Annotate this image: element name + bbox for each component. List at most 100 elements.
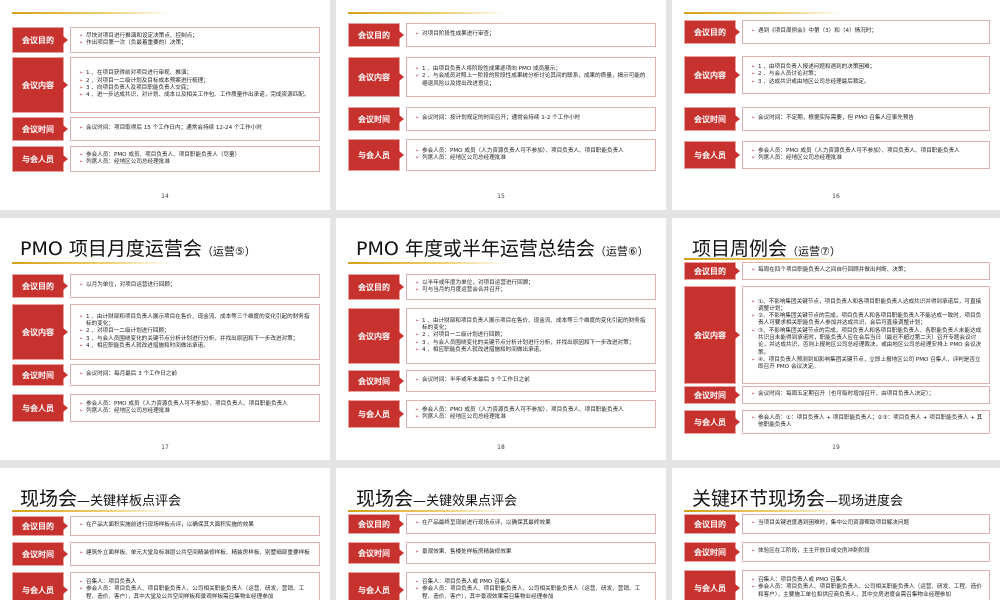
title-main: PMO 项目月度运营会 xyxy=(20,238,202,260)
slide-19[interactable]: 项目周例会（运营⑦） 会议目的 每周在四个项目职能负责人之间自行回顾并做出判断、… xyxy=(672,218,1000,460)
bullet-item: 对项目阶段性成果进行审查； xyxy=(415,31,649,38)
purpose-row: 会议目的 尽快对项目进行推演和设定决策点、控制点；作出项目第一次（负最着重要的）… xyxy=(12,27,320,53)
bullet-item: 3 、与会人员围绕变化的关键节点分析计划进行分析，并找出原因和下一步改进对策； xyxy=(79,336,313,343)
bullet-list: 在产品最终呈现前进行现场点评，以确保其最终效果 xyxy=(415,520,649,527)
purpose-label: 会议目的 xyxy=(684,514,740,534)
bullet-list: 体验区在工阶段，主主开放日或交房冲刺阶段 xyxy=(751,548,983,555)
title-underline xyxy=(12,510,172,512)
title-underline xyxy=(12,262,172,264)
bullet-item: 2 、对项目一二级计划进行回顾； xyxy=(415,332,649,339)
bullet-list: ①、不影响集团关键节点，项目负责人和各项目职能负责人达成共识并得到承诺后，可直接… xyxy=(751,299,983,372)
bullet-item: 4 、进一步达成共识，对计划、成本以及相关工作包、工作质量作出承诺，完成资源匹配… xyxy=(79,92,313,99)
purpose-box: 以半年或年度为单位，对项目运营进行回顾；可与当月的月度运营会合并召开； xyxy=(406,274,656,300)
bullet-item: 列席人员：经地区公司总经理批准 xyxy=(751,155,983,162)
title-sub: （运营⑥） xyxy=(594,245,649,258)
bullet-item: 会议时间：半年或年末最后 3 个工作日之前 xyxy=(415,377,649,384)
bullet-item: 1 、由计财部和项目负责人展示项目在售价、现金流、成本等三个维度的变化引起的财务… xyxy=(415,318,649,333)
content-label: 会议内容 xyxy=(12,304,68,360)
bullet-list: 尽快对项目进行推演和设定决策点、控制点；作出项目第一次（负最着重要的）决策； xyxy=(79,33,313,48)
title-main: 现场会 xyxy=(20,488,78,510)
bullet-list: 以月为单位，对项目运营进行回顾； xyxy=(79,282,313,289)
bullet-item: 参会人员：项目负责人、项目职能负责人、公司相关职能负责人（运营、研发、营销、工程… xyxy=(79,586,313,600)
attendees-box: 召集人：项目负责人或 PMO 召集人参会人员：项目负责人、项目职能负责人、公司相… xyxy=(406,572,656,600)
title-underline xyxy=(684,258,844,260)
attendees-box: 召集人：项目负责人或 PMO 召集人参会人员：项目负责人、项目职能负责人、公司相… xyxy=(742,570,990,600)
bullet-item: 参会人员：PMO 成员（人力资源负责人可不参加）、项目负责人、项目职能负责人 xyxy=(79,401,313,408)
slide-18[interactable]: PMO 年度或半年运营总结会（运营⑥） 会议目的 以半年或年度为单位，对项目运营… xyxy=(336,218,666,460)
purpose-row: 会议目的 遇到《项目周例会》中第（3）和（4）情况时； xyxy=(684,20,990,44)
title-main: 关键环节现场会 xyxy=(692,488,826,510)
attendees-label: 与会人员 xyxy=(684,410,740,434)
time-box: 景观效果、售楼处样板房精装修效果 xyxy=(406,542,656,564)
purpose-row: 会议目的 对项目阶段性成果进行审查； xyxy=(348,23,656,47)
attendees-label: 与会人员 xyxy=(684,141,740,169)
slide-17[interactable]: PMO 项目月度运营会（运营⑤） 会议目的 以月为单位，对项目运营进行回顾； 会… xyxy=(0,218,330,460)
bullet-item: 3 、达成共识或由地区公司总经理最后裁定。 xyxy=(751,79,983,86)
bullet-item: 2 、对项目一二级计划进行回顾； xyxy=(79,328,313,335)
content-box: 1 、由项目负责人报述问题和遇到的决策困难；2 、与会人员讨论对策；3 、达成共… xyxy=(742,56,990,94)
bullet-item: 列席人员：经地区公司总经理批准 xyxy=(79,159,313,166)
slide-16[interactable]: 会议目的 遇到《项目周例会》中第（3）和（4）情况时； 会议内容 1 、由项目负… xyxy=(672,0,1000,210)
bullet-list: 参会人员：PMO 成员、项目负责人、项目职能负责人（尽量）列席人员：经地区公司总… xyxy=(79,152,313,167)
slide-21[interactable]: 现场会—关键效果点评会 会议目的 在产品最终呈现前进行现场点评，以确保其最终效果… xyxy=(336,468,666,600)
bullet-list: 会议时间：每周五定期召开（也可临时增加召开，由项目负责人决定）； xyxy=(751,391,983,398)
purpose-box: 当项目关键进度遇到困难时，集中公司资源帮助项目解决问题 xyxy=(742,514,990,534)
bullet-item: 列席人员：经地区公司总经理批准 xyxy=(415,414,649,421)
time-label: 会议时间 xyxy=(348,107,404,131)
time-row: 会议时间 会议时间：不定期，根据实际需要，但 PMO 召集人应事先预告 xyxy=(684,107,990,131)
bullet-list: 召集人：项目负责人或 PMO 召集人参会人员：项目负责人、项目职能负责人、公司相… xyxy=(415,579,649,600)
bullet-list: 1 、由项目负责人报述问题和遇到的决策困难；2 、与会人员讨论对策；3 、达成共… xyxy=(751,64,983,86)
time-label: 会议时间 xyxy=(348,370,404,392)
attendees-label: 与会人员 xyxy=(348,572,404,600)
bullet-list: 1 、在项目获得前对项目进行审视、推演；2 、对项目一二级计划及目标成本预案进行… xyxy=(79,70,313,99)
bullet-list: 对项目阶段性成果进行审查； xyxy=(415,31,649,38)
attendees-row: 与会人员 召集人：项目负责人或 PMO 召集人参会人员：项目负责人、项目职能负责… xyxy=(348,572,656,600)
bullet-list: 参会人员：①：项目负责人 + 项目职能负责人；②③：项目负责人 + 项目职能负责… xyxy=(751,415,983,430)
bullet-item: 景观效果、售楼处样板房精装修效果 xyxy=(415,549,649,556)
bullet-item: 参会人员：项目负责人、项目职能负责人、公司相关职能负责人（运营、研发、营销、工程… xyxy=(415,586,649,600)
purpose-row: 会议目的 在产品大面积实施前进行现场样板点评，以确保其大面积实施的效果 xyxy=(12,516,320,536)
slide-14[interactable]: 会议目的 尽快对项目进行推演和设定决策点、控制点；作出项目第一次（负最着重要的）… xyxy=(0,0,330,210)
page-number: 15 xyxy=(497,193,505,200)
slide-15[interactable]: 会议目的 对项目阶段性成果进行审查； 会议内容 1 、由项目负责人将阶段性成果逐… xyxy=(336,0,666,210)
title-sub: —现场进度会 xyxy=(825,494,904,509)
slide-22[interactable]: 关键环节现场会—现场进度会 会议目的 当项目关键进度遇到困难时，集中公司资源帮助… xyxy=(672,468,1000,600)
time-box: 会议时间：每月最后 3 个工作日之前 xyxy=(70,364,320,386)
bullet-list: 当项目关键进度遇到困难时，集中公司资源帮助项目解决问题 xyxy=(751,520,983,527)
time-label: 会议时间 xyxy=(12,117,68,141)
attendees-row: 与会人员 召集人：项目负责人参会人员：项目负责人、项目职能负责人、公司相关职能负… xyxy=(12,572,320,600)
bullet-item: 会议时间：项目取得后 15 个工作日内；通常会持续 12-24 个工作小时 xyxy=(79,125,313,132)
bullet-item: 3 、与会人员围绕变化的关键节点分析计划进行分析，并找出原因和下一步改进对策； xyxy=(415,340,649,347)
slide-20[interactable]: 现场会—关键样板点评会 会议目的 在产品大面积实施前进行现场样板点评，以确保其大… xyxy=(0,468,330,600)
page-number: 16 xyxy=(832,193,840,200)
slide-title: PMO 年度或半年运营总结会（运营⑥） xyxy=(356,234,649,261)
attendees-box: 参会人员：PMO 成员（人力资源负责人可不参加）、项目负责人、项目职能负责人列席… xyxy=(70,394,320,422)
content-box: 1 、在项目获得前对项目进行审视、推演；2 、对项目一二级计划及目标成本预案进行… xyxy=(70,57,320,113)
content-label: 会议内容 xyxy=(684,286,740,384)
time-row: 会议时间 会议时间：项目取得后 15 个工作日内；通常会持续 12-24 个工作… xyxy=(12,117,320,141)
bullet-item: 列席人员：经地区公司总经理批准 xyxy=(415,155,649,162)
attendees-row: 与会人员 参会人员：①：项目负责人 + 项目职能负责人；②③：项目负责人 + 项… xyxy=(684,410,990,434)
time-box: 会议时间：每周五定期召开（也可临时增加召开，由项目负责人决定）； xyxy=(742,386,990,404)
attendees-box: 召集人：项目负责人参会人员：项目负责人、项目职能负责人、公司相关职能负责人（运营… xyxy=(70,572,320,600)
time-box: 体验区在工阶段，主主开放日或交房冲刺阶段 xyxy=(742,542,990,562)
bullet-item: 每周在四个项目职能负责人之间自行回顾并做出判断、决策； xyxy=(751,267,983,274)
slide-title: 现场会—关键样板点评会 xyxy=(20,484,181,511)
bullet-list: 参会人员：PMO 成员（人力资源负责人可不参加）、项目负责人、项目职能负责人列席… xyxy=(79,401,313,416)
attendees-row: 与会人员 参会人员：PMO 成员（人力资源负责人可不参加）、项目负责人、项目职能… xyxy=(348,400,656,428)
bullet-item: 4 、相应职能负责人就改进措施和时间做出承诺。 xyxy=(415,347,649,354)
slide-title: 关键环节现场会—现场进度会 xyxy=(692,484,903,511)
content-box: ①、不影响集团关键节点，项目负责人和各项目职能负责人达成共识并得到承诺后，可直接… xyxy=(742,286,990,384)
content-row: 会议内容 ①、不影响集团关键节点，项目负责人和各项目职能负责人达成共识并得到承诺… xyxy=(684,286,990,384)
bullet-list: 景观效果、售楼处样板房精装修效果 xyxy=(415,549,649,556)
time-row: 会议时间 会议时间：按计划规定的时间召开；通常会持续 1-2 个工作小时 xyxy=(348,107,656,131)
bullet-item: 作出项目第一次（负最着重要的）决策； xyxy=(79,40,313,47)
bullet-list: 参会人员：PMO 成员（人力资源负责人可不参加）、项目负责人、项目职能负责人列席… xyxy=(415,148,649,163)
bullet-item: 遇到《项目周例会》中第（3）和（4）情况时； xyxy=(751,28,983,35)
bullet-item: 建筑外立面样板、单元大堂及标准层公共空间精装修样板、精装房样板、别墅细部重要样板 xyxy=(79,550,313,557)
time-box: 建筑外立面样板、单元大堂及标准层公共空间精装修样板、精装房样板、别墅细部重要样板 xyxy=(70,542,320,566)
bullet-item: 尽快对项目进行推演和设定决策点、控制点； xyxy=(79,33,313,40)
attendees-label: 与会人员 xyxy=(684,570,740,600)
time-row: 会议时间 体验区在工阶段，主主开放日或交房冲刺阶段 xyxy=(684,542,990,562)
slide-title: 项目周例会（运营⑦） xyxy=(692,234,841,261)
